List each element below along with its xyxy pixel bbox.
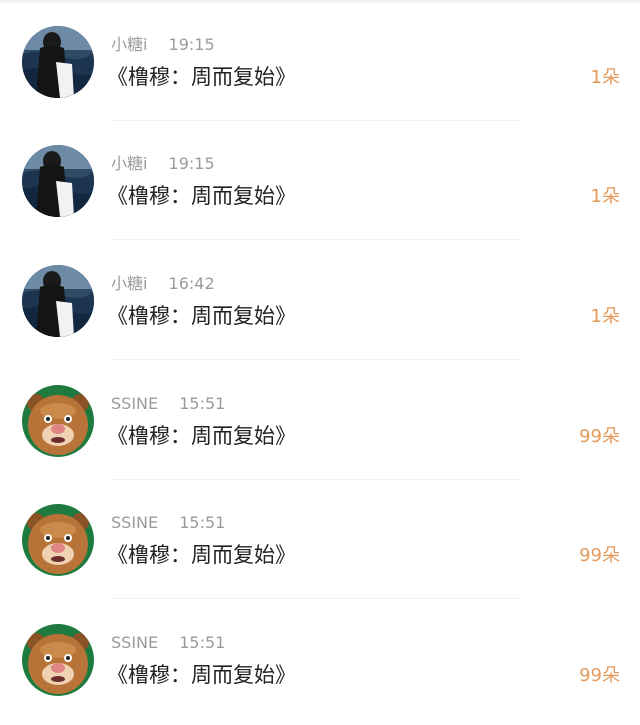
avatar[interactable] bbox=[22, 145, 94, 217]
avatar[interactable] bbox=[22, 624, 94, 696]
gift-count: 1朵 bbox=[590, 186, 620, 207]
username[interactable]: SSINE bbox=[111, 632, 158, 654]
bear-avatar-icon bbox=[22, 385, 94, 457]
list-item[interactable]: 小糖i 19:15 《橹穆：周而复始》 1朵 bbox=[0, 0, 640, 121]
girl-avatar-icon bbox=[22, 145, 94, 217]
gift-count: 99朵 bbox=[579, 426, 620, 447]
avatar[interactable] bbox=[22, 504, 94, 576]
list-item[interactable]: SSINE 15:51 《橹穆：周而复始》 99朵 bbox=[0, 598, 640, 718]
username[interactable]: SSINE bbox=[111, 512, 158, 534]
username[interactable]: 小糖i bbox=[111, 34, 147, 56]
message-text: 《橹穆：周而复始》 bbox=[107, 663, 296, 687]
timestamp: 15:51 bbox=[179, 394, 226, 413]
list-item[interactable]: SSINE 15:51 《橹穆：周而复始》 99朵 bbox=[0, 359, 640, 480]
timestamp: 19:15 bbox=[168, 35, 215, 54]
list-item[interactable]: SSINE 15:51 《橹穆：周而复始》 99朵 bbox=[0, 478, 640, 599]
gift-count: 1朵 bbox=[590, 306, 620, 327]
list-item[interactable]: 小糖i 16:42 《橹穆：周而复始》 1朵 bbox=[0, 239, 640, 360]
message-meta: SSINE 15:51 bbox=[111, 393, 225, 415]
gift-count: 99朵 bbox=[579, 545, 620, 566]
message-meta: SSINE 15:51 bbox=[111, 632, 225, 654]
avatar[interactable] bbox=[22, 385, 94, 457]
message-text: 《橹穆：周而复始》 bbox=[107, 304, 296, 328]
girl-avatar-icon bbox=[22, 265, 94, 337]
gift-message-list: 小糖i 19:15 《橹穆：周而复始》 1朵 小糖i 19:15 《橹穆：周而复… bbox=[0, 0, 640, 725]
message-text: 《橹穆：周而复始》 bbox=[107, 184, 296, 208]
avatar[interactable] bbox=[22, 265, 94, 337]
list-item[interactable]: 小糖i 19:15 《橹穆：周而复始》 1朵 bbox=[0, 119, 640, 240]
message-text: 《橹穆：周而复始》 bbox=[107, 543, 296, 567]
timestamp: 16:42 bbox=[168, 274, 215, 293]
message-text: 《橹穆：周而复始》 bbox=[107, 65, 296, 89]
message-meta: 小糖i 19:15 bbox=[111, 153, 215, 175]
gift-count: 99朵 bbox=[579, 665, 620, 686]
username[interactable]: SSINE bbox=[111, 393, 158, 415]
bear-avatar-icon bbox=[22, 504, 94, 576]
bear-avatar-icon bbox=[22, 624, 94, 696]
username[interactable]: 小糖i bbox=[111, 153, 147, 175]
timestamp: 15:51 bbox=[179, 513, 226, 532]
message-meta: SSINE 15:51 bbox=[111, 512, 225, 534]
girl-avatar-icon bbox=[22, 26, 94, 98]
timestamp: 19:15 bbox=[168, 154, 215, 173]
message-meta: 小糖i 19:15 bbox=[111, 34, 215, 56]
message-text: 《橹穆：周而复始》 bbox=[107, 424, 296, 448]
gift-count: 1朵 bbox=[590, 67, 620, 88]
timestamp: 15:51 bbox=[179, 633, 226, 652]
message-meta: 小糖i 16:42 bbox=[111, 273, 215, 295]
avatar[interactable] bbox=[22, 26, 94, 98]
username[interactable]: 小糖i bbox=[111, 273, 147, 295]
